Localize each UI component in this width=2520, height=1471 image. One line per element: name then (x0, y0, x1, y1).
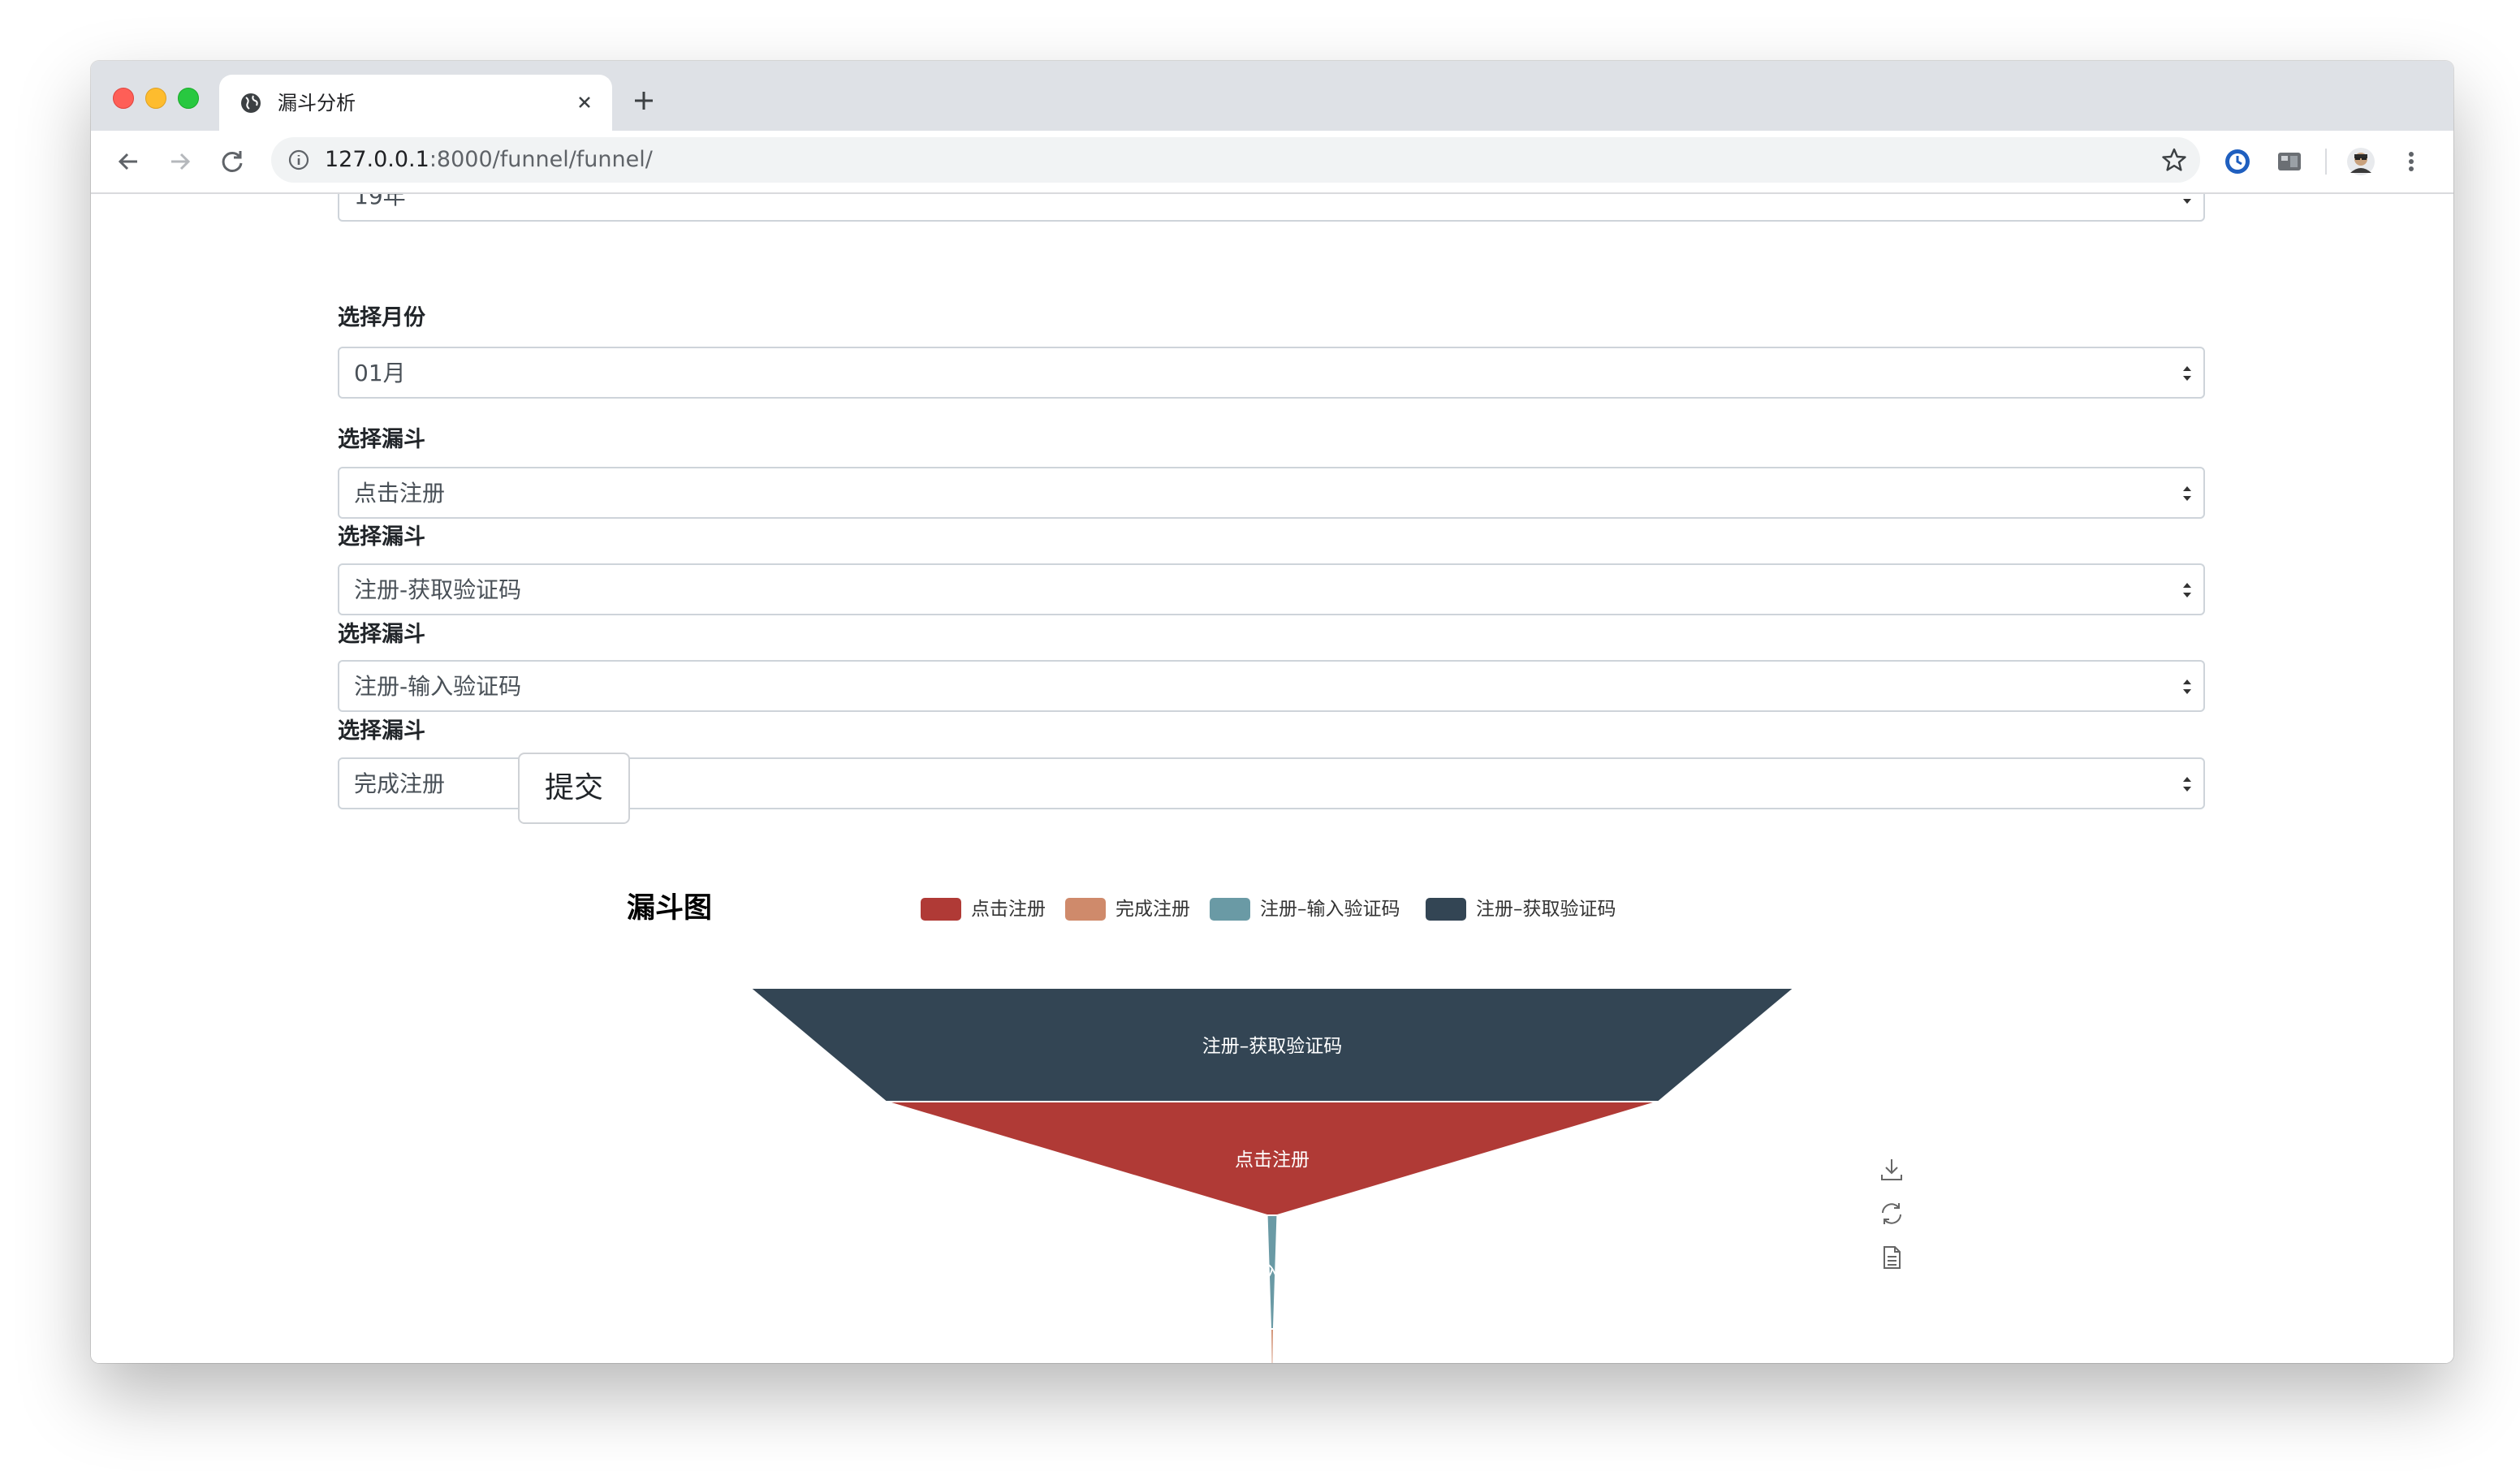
tab-bar: 漏斗分析 (91, 61, 2453, 131)
back-icon[interactable] (112, 145, 145, 178)
browser-window: 漏斗分析 127.0.0.1:8000/funnel/funnel/ 19年 选… (91, 61, 2453, 1363)
refresh-icon[interactable] (1877, 1199, 1906, 1228)
menu-icon[interactable] (2395, 145, 2427, 178)
funnel-layer[interactable] (1270, 1328, 1275, 1363)
avatar[interactable] (2345, 145, 2377, 178)
close-window-button[interactable] (113, 88, 134, 109)
url-text: 127.0.0.1:8000/funnel/funnel/ (325, 147, 653, 173)
extension-icon[interactable] (2221, 145, 2254, 178)
url-host: 127.0.0.1 (325, 147, 429, 172)
star-icon[interactable] (2160, 145, 2189, 175)
funnel-layer-label: 点击注册 (1235, 1150, 1310, 1171)
close-icon[interactable] (572, 89, 598, 115)
zoom-window-button[interactable] (178, 88, 199, 109)
tab-title: 漏斗分析 (278, 92, 356, 114)
forward-icon[interactable] (164, 145, 196, 178)
data-view-icon[interactable] (1877, 1243, 1906, 1272)
page-content: 19年 选择月份 01月 选择漏斗 点击注册 选择漏斗 注册-获取验证码 选择漏… (91, 194, 2453, 1363)
active-tab[interactable]: 漏斗分析 (219, 75, 612, 131)
reload-icon[interactable] (216, 145, 248, 178)
funnel-chart: 注册–获取验证码点击注册入 (748, 987, 1797, 1363)
browser-toolbar: 127.0.0.1:8000/funnel/funnel/ (91, 131, 2453, 194)
address-bar[interactable]: 127.0.0.1:8000/funnel/funnel/ (271, 137, 2200, 183)
url-path: :8000/funnel/funnel/ (429, 147, 653, 172)
plus-icon[interactable] (630, 87, 658, 114)
minimize-window-button[interactable] (145, 88, 166, 109)
toolbar-divider (2325, 149, 2327, 175)
funnel-layers: 注册–获取验证码点击注册入 (748, 987, 1797, 1363)
info-icon[interactable] (287, 149, 310, 171)
extension-icon[interactable] (2273, 145, 2306, 178)
funnel-layer-label: 注册–获取验证码 (1202, 1036, 1343, 1057)
download-icon[interactable] (1877, 1155, 1906, 1184)
funnel-layer-label: 入 (1263, 1263, 1282, 1284)
globe-icon (241, 93, 261, 113)
